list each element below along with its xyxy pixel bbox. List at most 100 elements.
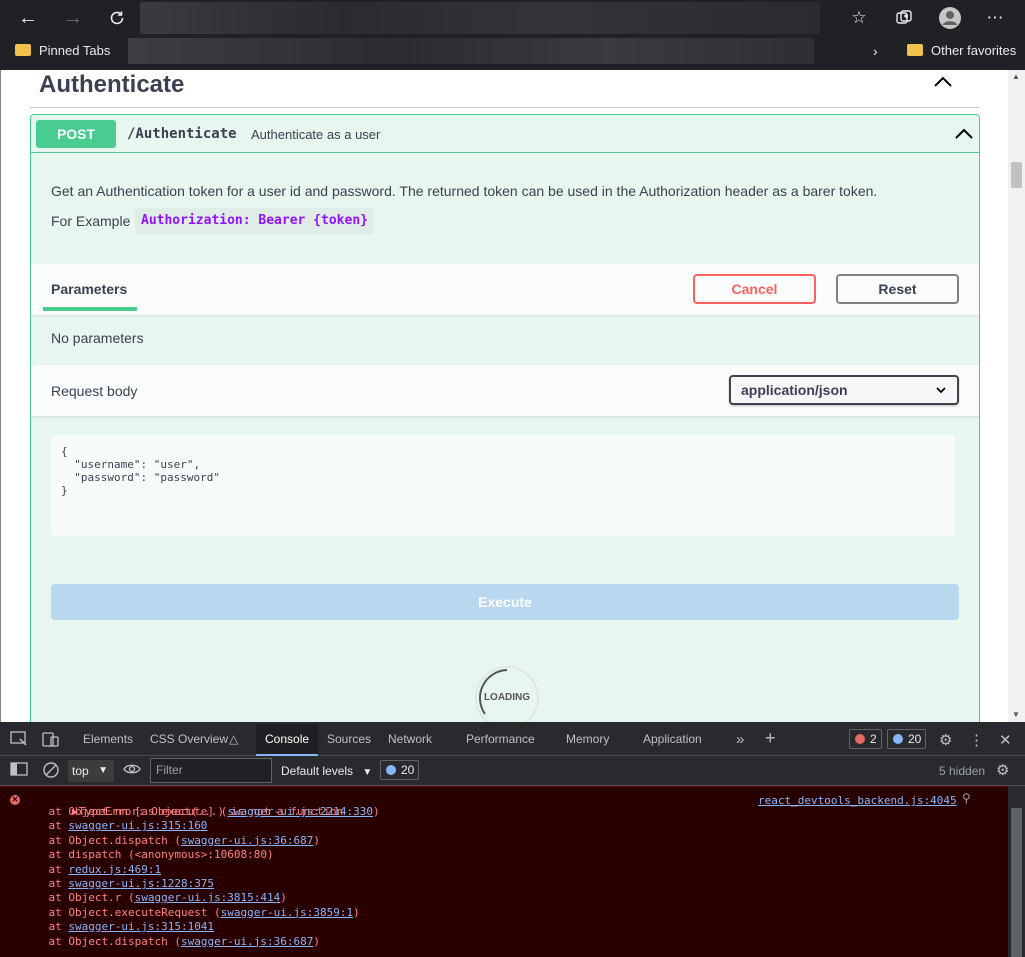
add-tab-icon[interactable]: + (765, 728, 776, 749)
more-menu-icon[interactable]: ⋯ (982, 6, 1008, 30)
stack-frame-text: at (22, 920, 69, 934)
stack-frame-link[interactable]: swagger-ui.js:3859:1 (221, 906, 353, 919)
scroll-down-icon[interactable]: ▼ (1012, 710, 1020, 719)
stack-frame-text: ) (373, 805, 380, 818)
clear-console-icon[interactable] (42, 761, 60, 783)
tab-network[interactable]: Network (388, 732, 432, 746)
bookmark-other-favorites[interactable]: Other favorites (907, 41, 1016, 61)
tab-parameters[interactable]: Parameters (51, 281, 127, 297)
cancel-button[interactable]: Cancel (693, 274, 816, 304)
stack-frame: at Object.nn [as execute] (swagger-ui.js… (22, 805, 1025, 819)
profile-avatar[interactable] (937, 6, 963, 30)
settings-gear-icon[interactable]: ⚙ (939, 731, 952, 749)
stack-frame: at swagger-ui.js:315:160 (22, 819, 1025, 833)
live-expression-eye-icon[interactable] (123, 762, 141, 780)
tab-memory[interactable]: Memory (566, 732, 609, 746)
log-levels-select[interactable]: Default levels ▼ (281, 764, 372, 778)
bookmarks-overflow-icon[interactable]: › (873, 41, 878, 61)
issues-badge[interactable]: 20 (380, 760, 420, 780)
stack-frame-link[interactable]: swagger-ui.js:1228:375 (68, 877, 214, 890)
refresh-icon[interactable] (104, 6, 130, 30)
request-body-editor[interactable]: { "username": "user", "password": "passw… (51, 435, 955, 536)
tab-application[interactable]: Application (643, 732, 702, 746)
stack-frame: at Object.executeRequest (swagger-ui.js:… (22, 906, 1025, 920)
error-count-badge[interactable]: 2 (849, 729, 882, 749)
more-tabs-icon[interactable]: » (736, 731, 744, 748)
favorites-star-icon[interactable]: ☆ (846, 6, 872, 30)
stack-frame-link[interactable]: swagger-ui.js:315:160 (68, 819, 207, 832)
scroll-up-icon[interactable]: ▲ (1012, 72, 1020, 81)
context-select[interactable]: top ▼ (68, 760, 114, 782)
page-scrollbar[interactable]: ▲ ▼ (1008, 70, 1025, 722)
error-count: 2 (870, 732, 877, 746)
tab-performance[interactable]: Performance (466, 732, 535, 746)
console-scroll-thumb[interactable] (1011, 808, 1022, 957)
stack-frame-link[interactable]: swagger-ui.js:315:1041 (68, 920, 214, 933)
collections-icon[interactable] (891, 6, 917, 30)
info-count-badge[interactable]: 20 (887, 729, 927, 749)
request-body-header: Request body application/json (31, 365, 979, 416)
stack-frame-link[interactable]: swagger-ui.js:36:687 (181, 834, 313, 847)
chevron-up-icon[interactable] (953, 124, 975, 144)
sidebar-toggle-icon[interactable] (10, 762, 28, 780)
bookmark-pinned-tabs[interactable]: Pinned Tabs (15, 41, 110, 61)
inspect-element-icon[interactable] (10, 731, 28, 751)
error-icon (855, 734, 865, 744)
error-message[interactable]: ▶TypeError: Object(...) is not a functio… (32, 791, 732, 818)
stack-frame-link[interactable]: swagger-ui.js:36:687 (181, 935, 313, 948)
console-output: ✕ ▶TypeError: Object(...) is not a funct… (0, 786, 1008, 957)
error-x-icon: ✕ (10, 795, 20, 805)
back-icon[interactable]: ← (15, 6, 41, 30)
request-body-label: Request body (51, 383, 138, 399)
stack-frame-link[interactable]: swagger-ui.js:2214:330 (227, 805, 373, 818)
stack-frame-text: ) (313, 934, 321, 948)
flask-icon: △ (229, 732, 239, 746)
forward-icon[interactable]: → (60, 6, 86, 30)
tab-css-overview[interactable]: CSS Overview (150, 732, 228, 746)
stack-frame: at swagger-ui.js:315:1041 (22, 920, 1025, 934)
tab-console[interactable]: Console (265, 732, 309, 746)
loading-spinner: LOADING (475, 666, 539, 722)
stack-frame-text: at Object.nn [as execute] ( (22, 805, 228, 818)
operation-block: POST /Authenticate Authenticate as a use… (30, 114, 980, 722)
bookmark-label: Pinned Tabs (39, 43, 111, 58)
console-filter-input[interactable]: Filter (150, 758, 272, 783)
device-toolbar-icon[interactable] (42, 731, 60, 751)
stack-frame: at Object.r (swagger-ui.js:3815:414) (22, 891, 1025, 905)
hidden-messages-count: 5 hidden (939, 764, 986, 778)
content-type-value: application/json (741, 382, 848, 398)
section-collapse-icon[interactable] (931, 70, 955, 94)
console-settings-gear-icon[interactable]: ⚙ (996, 761, 1009, 779)
console-scrollbar[interactable] (1008, 786, 1025, 957)
reset-button[interactable]: Reset (836, 274, 959, 304)
search-icon[interactable]: ⚲ (962, 791, 971, 805)
no-parameters-text: No parameters (51, 330, 144, 346)
execute-button[interactable]: Execute (51, 584, 959, 620)
operation-path: /Authenticate (127, 126, 237, 142)
issues-count: 20 (401, 763, 415, 777)
address-bar[interactable] (140, 2, 820, 34)
stack-frame: at swagger-ui.js:1228:375 (22, 877, 1025, 891)
stack-frame-link[interactable]: redux.js:469:1 (68, 863, 161, 876)
blurred-bookmarks (128, 38, 814, 64)
stack-frame-text: ) (280, 891, 287, 905)
stack-frame-text: ) (313, 833, 321, 847)
operation-summary[interactable]: POST /Authenticate Authenticate as a use… (31, 115, 979, 153)
stack-frame: at dispatch (<anonymous>:10608:80) (22, 848, 1025, 862)
content-type-select[interactable]: application/json (729, 375, 959, 405)
stack-frame-link[interactable]: swagger-ui.js:3815:414 (135, 891, 281, 904)
stack-frame-text: at Object.r ( (22, 891, 135, 905)
caret-down-icon: ▼ (98, 765, 108, 776)
browser-chrome: ← → ☆ ⋯ Pinned Tabs › Other favorites (0, 0, 1025, 70)
page-viewport: Authenticate POST /Authenticate Authenti… (0, 70, 1025, 722)
section-divider (30, 107, 979, 108)
scroll-thumb[interactable] (1011, 162, 1022, 188)
tab-elements[interactable]: Elements (83, 732, 133, 746)
stack-frame: at redux.js:469:1 (22, 863, 1025, 877)
devtools-panel: Elements CSS Overview △ Console Sources … (0, 722, 1025, 957)
more-options-icon[interactable]: ⋮ (969, 731, 984, 749)
example-label: For Example (51, 213, 131, 229)
loading-arc (478, 669, 508, 715)
close-icon[interactable]: ✕ (999, 731, 1012, 749)
tab-sources[interactable]: Sources (327, 732, 371, 746)
